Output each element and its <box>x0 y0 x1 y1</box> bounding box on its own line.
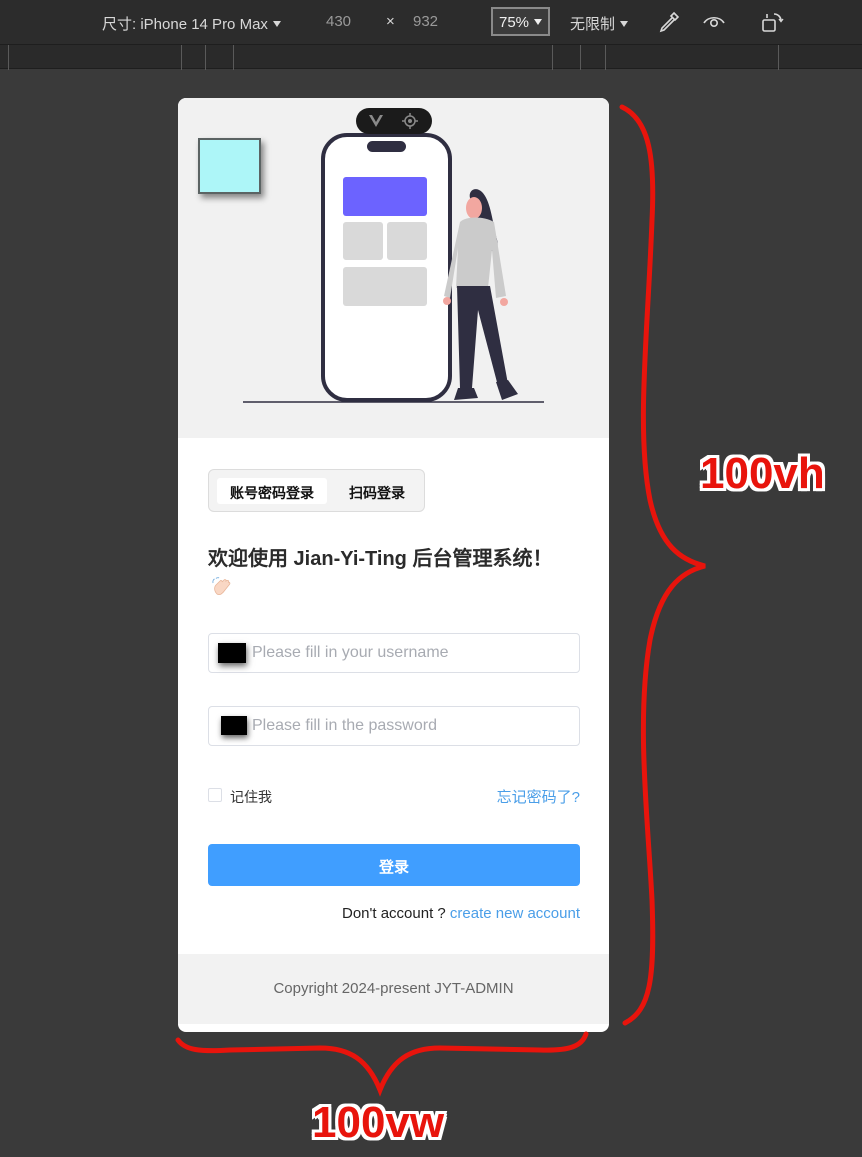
height-annotation: 100vh <box>700 449 825 498</box>
annotation-braces <box>175 104 706 1097</box>
width-annotation: 100vw <box>312 1098 445 1147</box>
